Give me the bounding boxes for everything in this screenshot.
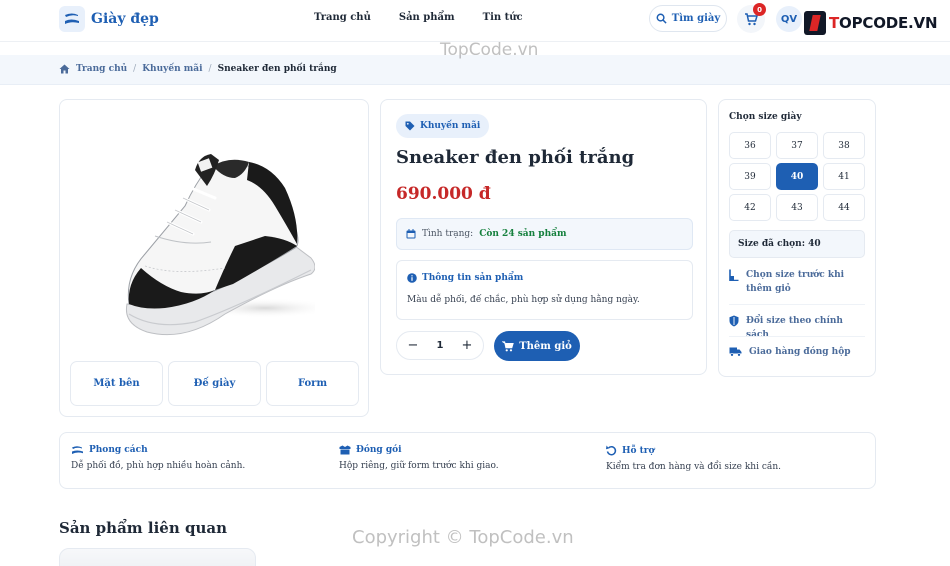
quantity-stepper: − 1 + bbox=[396, 331, 484, 360]
divider bbox=[729, 304, 865, 305]
selected-size-display: Size đã chọn: 40 bbox=[729, 230, 865, 258]
perk-text: Đổi size theo chính sách bbox=[746, 316, 843, 340]
breadcrumb-separator: / bbox=[133, 64, 137, 74]
size-option[interactable]: 38 bbox=[823, 132, 865, 159]
size-option[interactable]: 43 bbox=[776, 194, 818, 221]
related-products-title: Sản phẩm liên quan bbox=[59, 519, 227, 537]
perk-shipping: Giao hàng đóng hộp bbox=[729, 345, 865, 359]
size-picker-title: Chọn size giày bbox=[729, 112, 802, 122]
stock-status: Tình trạng: Còn 24 sản phẩm bbox=[396, 218, 693, 250]
watermark-text: TopCode.vn bbox=[440, 40, 539, 60]
product-description: Thông tin sản phẩm Màu dễ phối, đế chắc,… bbox=[396, 260, 693, 320]
nav-products[interactable]: Sản phẩm bbox=[399, 12, 455, 23]
feature-text: Hộp riêng, giữ form trước khi giao. bbox=[339, 461, 499, 471]
feature-style: Phong cách Dễ phối đồ, phù hợp nhiều hoà… bbox=[71, 445, 245, 471]
thumbnail-side[interactable]: Mặt bên bbox=[70, 361, 163, 406]
size-option[interactable]: 39 bbox=[729, 163, 771, 190]
thumbnail-sole[interactable]: Đế giày bbox=[168, 361, 261, 406]
add-to-cart-button[interactable]: Thêm giỏ bbox=[494, 331, 580, 361]
cart-count-badge: 0 bbox=[753, 3, 766, 16]
add-to-cart-label: Thêm giỏ bbox=[519, 340, 572, 352]
breadcrumb: Trang chủ / Khuyến mãi / Sneaker đen phố… bbox=[59, 64, 337, 74]
perk-text: Giao hàng đóng hộp bbox=[749, 347, 851, 357]
truck-icon bbox=[729, 347, 742, 357]
promo-badge-label: Khuyến mãi bbox=[420, 121, 481, 131]
perk-text: Chọn size trước khi thêm giỏ bbox=[746, 270, 845, 294]
stock-value: Còn 24 sản phẩm bbox=[479, 229, 567, 239]
description-title: Thông tin sản phẩm bbox=[422, 273, 524, 283]
size-picker: Chọn size giày 36 37 38 39 40 41 42 43 4… bbox=[718, 99, 876, 377]
search-button[interactable]: Tìm giày bbox=[649, 5, 727, 32]
top-navbar: Giày đẹp Trang chủ Sản phẩm Tin tức Tìm … bbox=[0, 0, 950, 42]
search-label: Tìm giày bbox=[671, 13, 721, 24]
product-title: Sneaker đen phối trắng bbox=[396, 147, 635, 168]
site-logo[interactable]: Giày đẹp bbox=[59, 6, 159, 32]
topcode-logo-text: OPCODE.VN bbox=[839, 14, 938, 32]
features-strip: Phong cách Dễ phối đồ, phù hợp nhiều hoà… bbox=[59, 432, 876, 489]
feature-title: Hỗ trợ bbox=[622, 445, 655, 456]
ruler-icon bbox=[729, 269, 739, 281]
feature-text: Kiểm tra đơn hàng và đổi size khi cần. bbox=[606, 462, 782, 472]
tag-icon bbox=[405, 121, 415, 131]
size-option-selected[interactable]: 40 bbox=[776, 163, 818, 190]
product-info-card: Khuyến mãi Sneaker đen phối trắng 690.00… bbox=[380, 99, 707, 375]
size-option[interactable]: 37 bbox=[776, 132, 818, 159]
feature-text: Dễ phối đồ, phù hợp nhiều hoàn cảnh. bbox=[71, 461, 246, 471]
size-option[interactable]: 36 bbox=[729, 132, 771, 159]
topcode-watermark-logo: TOPCODE.VN bbox=[804, 11, 938, 35]
stock-label: Tình trạng: bbox=[422, 229, 474, 239]
divider bbox=[729, 336, 865, 337]
user-avatar[interactable]: QV bbox=[776, 6, 802, 32]
description-text: Màu dễ phối, đế chắc, phù hợp sử dụng hằ… bbox=[407, 295, 640, 305]
nav-home[interactable]: Trang chủ bbox=[314, 12, 371, 23]
info-icon bbox=[407, 273, 417, 283]
shoe-logo-icon bbox=[59, 6, 85, 32]
product-image[interactable] bbox=[115, 126, 315, 351]
topcode-logo-icon bbox=[804, 11, 826, 35]
description-header: Thông tin sản phẩm bbox=[407, 273, 523, 283]
size-option[interactable]: 44 bbox=[823, 194, 865, 221]
feature-title: Đóng gói bbox=[356, 445, 402, 455]
main-nav: Trang chủ Sản phẩm Tin tức bbox=[314, 12, 523, 23]
topcode-logo-letter: T bbox=[829, 14, 840, 32]
undo-icon bbox=[606, 445, 617, 456]
breadcrumb-current: Sneaker đen phối trắng bbox=[217, 64, 337, 74]
search-icon bbox=[656, 13, 667, 24]
feature-packaging: Đóng gói Hộp riêng, giữ form trước khi g… bbox=[339, 445, 499, 471]
shield-icon bbox=[729, 315, 739, 327]
related-product-card[interactable] bbox=[59, 548, 256, 566]
shoe-icon bbox=[72, 446, 83, 454]
promo-badge: Khuyến mãi bbox=[396, 114, 490, 138]
size-option[interactable]: 42 bbox=[729, 194, 771, 221]
feature-title: Phong cách bbox=[89, 445, 148, 455]
quantity-value[interactable]: 1 bbox=[437, 340, 444, 351]
perk-exchange-policy: Đổi size theo chính sách bbox=[729, 314, 865, 342]
site-logo-text: Giày đẹp bbox=[91, 11, 159, 27]
home-icon bbox=[59, 64, 70, 74]
product-price: 690.000 đ bbox=[396, 184, 491, 204]
breadcrumb-category[interactable]: Khuyến mãi bbox=[142, 64, 202, 74]
breadcrumb-home[interactable]: Trang chủ bbox=[76, 64, 127, 74]
size-grid: 36 37 38 39 40 41 42 43 44 bbox=[729, 132, 865, 221]
product-gallery: Mặt bên Đế giày Form bbox=[59, 99, 369, 417]
thumbnail-form[interactable]: Form bbox=[266, 361, 359, 406]
thumbnail-list: Mặt bên Đế giày Form bbox=[70, 361, 359, 406]
perk-size-first: Chọn size trước khi thêm giỏ bbox=[729, 268, 865, 296]
feature-support: Hỗ trợ Kiểm tra đơn hàng và đổi size khi… bbox=[606, 445, 781, 472]
nav-news[interactable]: Tin tức bbox=[483, 12, 523, 23]
box-icon bbox=[339, 445, 351, 455]
breadcrumb-separator: / bbox=[208, 64, 212, 74]
cart-icon bbox=[502, 340, 514, 351]
plus-icon[interactable]: + bbox=[460, 338, 474, 353]
copyright-watermark: Copyright © TopCode.vn bbox=[352, 527, 574, 548]
minus-icon[interactable]: − bbox=[406, 338, 420, 353]
size-option[interactable]: 41 bbox=[823, 163, 865, 190]
calendar-icon bbox=[406, 229, 416, 239]
